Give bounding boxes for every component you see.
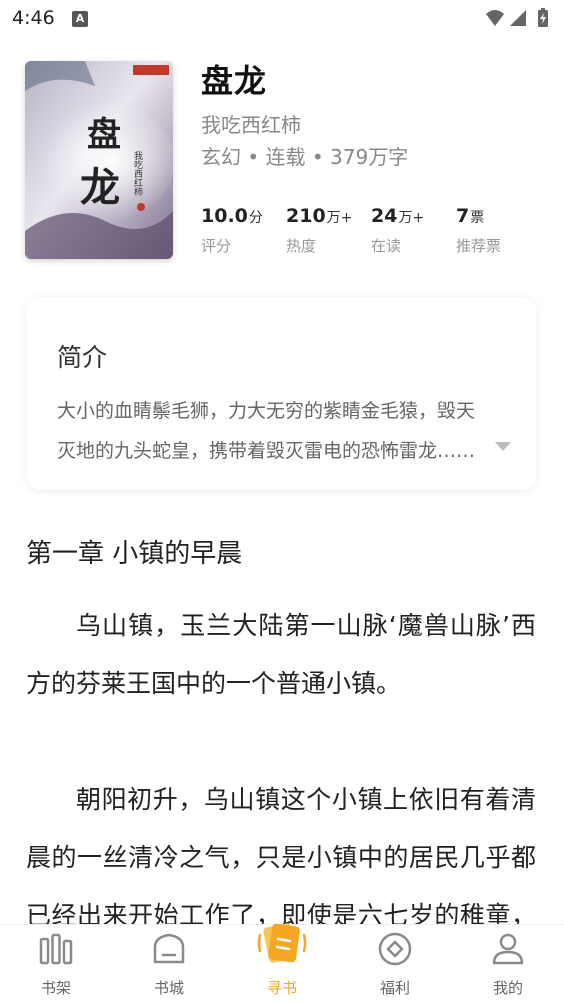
book-title: 盘龙 — [201, 62, 268, 100]
chapter-paragraph: 乌山镇，玉兰大陆第一山脉‘魔兽山脉’西方的芬莱王国中的一个普通小镇。 — [26, 611, 536, 698]
nav-label: 福利 — [379, 979, 410, 997]
book-author[interactable]: 我吃西红柿 — [201, 109, 301, 138]
signal-icon — [510, 10, 526, 26]
intro-card[interactable]: 简介 大小的血睛鬃毛狮，力大无穷的紫睛金毛猿，毁天灭地的九头蛇皇，携带着毁灭雷电… — [27, 297, 536, 490]
stat-value: 210 — [286, 205, 326, 227]
stat-rating: 10.0分 评分 — [201, 205, 263, 256]
cover-author: 我吃西红柿 — [132, 151, 143, 197]
notification-icon: A — [72, 11, 88, 27]
stat-unit: 万+ — [326, 210, 353, 226]
nav-item-profile[interactable]: 我的 — [452, 925, 564, 1003]
bookstore-icon — [151, 931, 187, 967]
stat-value: 7 — [456, 205, 470, 227]
wifi-icon — [486, 10, 504, 26]
stat-unit: 票 — [470, 210, 485, 226]
expand-arrow-icon[interactable] — [495, 442, 511, 451]
welfare-icon — [377, 931, 413, 967]
nav-label: 我的 — [492, 979, 523, 997]
stat-unit: 万+ — [398, 210, 425, 226]
nav-item-find-book[interactable]: 寻书 — [226, 923, 338, 1003]
book-stats: 10.0分 评分 210万+ 热度 24万+ 在读 7票 推荐票 — [201, 205, 541, 265]
nav-label: 书城 — [153, 979, 184, 997]
stat-label: 在读 — [371, 237, 402, 255]
nav-label: 寻书 — [266, 979, 297, 997]
chapter-title: 第一章 小镇的早晨 — [26, 539, 243, 569]
bookshelf-icon — [38, 931, 74, 967]
nav-label: 书架 — [40, 979, 71, 997]
nav-item-welfare[interactable]: 福利 — [339, 925, 451, 1003]
find-book-icon — [256, 917, 308, 969]
cover-title-char-2: 龙 — [80, 164, 120, 211]
intro-heading: 简介 — [57, 343, 108, 372]
stat-value: 24 — [371, 205, 398, 227]
stat-label: 评分 — [201, 237, 232, 255]
stat-unit: 分 — [248, 210, 263, 226]
stat-label: 热度 — [286, 237, 317, 255]
book-cover[interactable]: 盘 龙 我吃西红柿 — [25, 61, 173, 259]
intro-text: 大小的血睛鬃毛狮，力大无穷的紫睛金毛猿，毁天灭地的九头蛇皇，携带着毁灭雷电的恐怖… — [57, 400, 476, 462]
bottom-nav: 书架 书城 寻书 福利 我的 — [0, 923, 564, 1003]
nav-item-bookshelf[interactable]: 书架 — [0, 925, 112, 1003]
status-time: 4:46 — [12, 7, 55, 29]
profile-icon — [490, 931, 526, 967]
book-meta: 玄幻 • 连载 • 379万字 — [201, 145, 409, 169]
stat-value: 10.0 — [201, 205, 248, 227]
stat-readers: 24万+ 在读 — [371, 205, 424, 256]
battery-icon — [538, 8, 548, 27]
nav-item-bookstore[interactable]: 书城 — [113, 925, 225, 1003]
stat-label: 推荐票 — [456, 237, 502, 255]
cover-title-char-1: 盘 — [87, 115, 121, 155]
stat-popularity: 210万+ 热度 — [286, 205, 352, 256]
status-bar: 4:46 A — [0, 0, 564, 40]
system-icons — [484, 8, 554, 30]
stat-votes[interactable]: 7票 推荐票 — [456, 205, 501, 256]
